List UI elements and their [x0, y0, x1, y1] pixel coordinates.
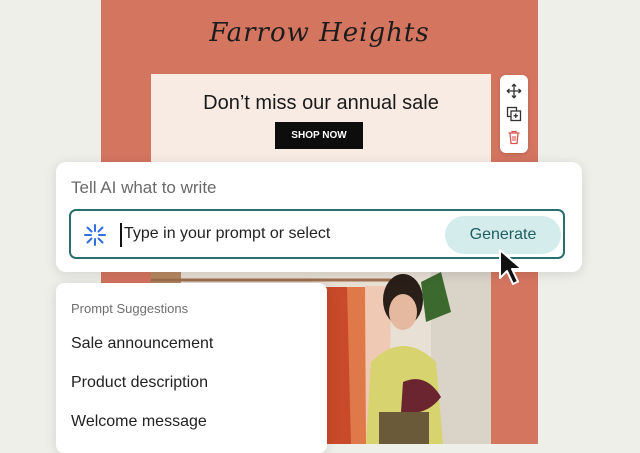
suggestion-item[interactable]: Product description	[71, 374, 208, 392]
prompt-suggestions-panel: Prompt Suggestions Sale announcement Pro…	[56, 283, 327, 453]
suggestions-title: Prompt Suggestions	[71, 301, 189, 316]
block-toolbar	[500, 75, 528, 153]
suggestion-item[interactable]: Welcome message	[71, 413, 207, 431]
ai-panel-title: Tell AI what to write	[71, 178, 217, 197]
suggestion-item[interactable]: Sale announcement	[71, 335, 213, 353]
sale-heading: Don’t miss our annual sale	[203, 92, 439, 114]
prompt-input[interactable]	[124, 219, 384, 249]
move-icon[interactable]	[506, 83, 522, 99]
duplicate-icon[interactable]	[506, 106, 522, 122]
mouse-cursor-icon	[499, 249, 523, 285]
text-caret	[120, 223, 122, 247]
shop-now-button[interactable]: SHOP NOW	[275, 122, 363, 149]
ai-sparkle-icon	[84, 224, 106, 246]
prompt-box[interactable]: Generate	[69, 209, 565, 259]
trash-icon[interactable]	[506, 129, 522, 145]
sale-block[interactable]: Don’t miss our annual sale SHOP NOW	[151, 74, 491, 166]
brand-logo: Farrow Heights	[209, 18, 430, 48]
